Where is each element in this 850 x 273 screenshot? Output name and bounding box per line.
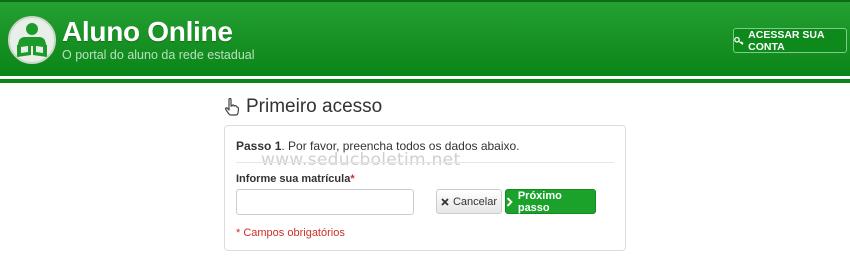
logo-icon[interactable]: [8, 16, 56, 64]
close-icon: [441, 197, 449, 206]
brand-subtitle: O portal do aluno da rede estadual: [62, 48, 255, 62]
required-asterisk: *: [350, 173, 355, 185]
registration-label-text: Informe sua matrícula: [236, 173, 351, 185]
pointing-hand-icon: [224, 98, 240, 116]
watermark: www.seducboletim.net: [261, 150, 461, 170]
cancel-label: Cancelar: [452, 195, 498, 208]
next-step-button[interactable]: Próximo passo: [505, 189, 596, 214]
required-fields-note: * Campos obrigatórios: [236, 227, 345, 239]
access-account-button[interactable]: ACESSAR SUA CONTA: [733, 28, 847, 53]
access-account-label: ACESSAR SUA CONTA: [748, 28, 825, 53]
top-header: Aluno Online O portal do aluno da rede e…: [0, 0, 850, 76]
registration-input[interactable]: [236, 189, 414, 215]
divider: [236, 162, 614, 163]
page-heading: Primeiro acesso: [224, 96, 382, 118]
next-step-label: Próximo passo: [517, 189, 562, 214]
key-icon: [734, 36, 744, 45]
chevron-right-icon: [506, 196, 513, 207]
registration-label: Informe sua matrícula*: [236, 173, 355, 185]
page-title: Primeiro acesso: [246, 96, 383, 117]
header-underline: [0, 79, 850, 83]
first-access-form-panel: Passo 1. Por favor, preencha todos os da…: [224, 125, 626, 251]
cancel-button[interactable]: Cancelar: [436, 189, 502, 214]
brand-title: Aluno Online: [62, 16, 233, 47]
